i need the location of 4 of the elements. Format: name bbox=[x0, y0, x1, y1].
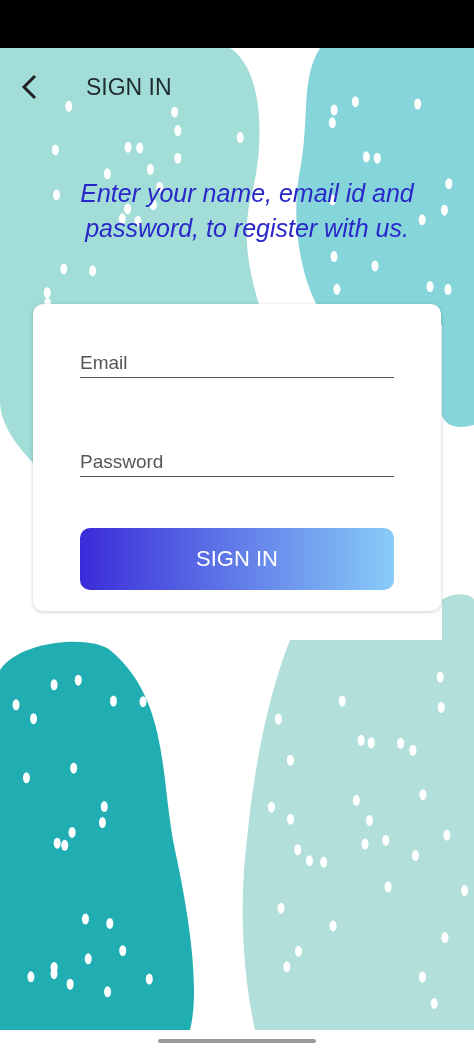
input-field[interactable]: Password bbox=[80, 433, 394, 477]
screen-title: SIGN IN bbox=[86, 73, 172, 101]
sign-in-button[interactable]: SIGN IN bbox=[80, 528, 394, 590]
input-field[interactable]: Email bbox=[80, 334, 394, 378]
